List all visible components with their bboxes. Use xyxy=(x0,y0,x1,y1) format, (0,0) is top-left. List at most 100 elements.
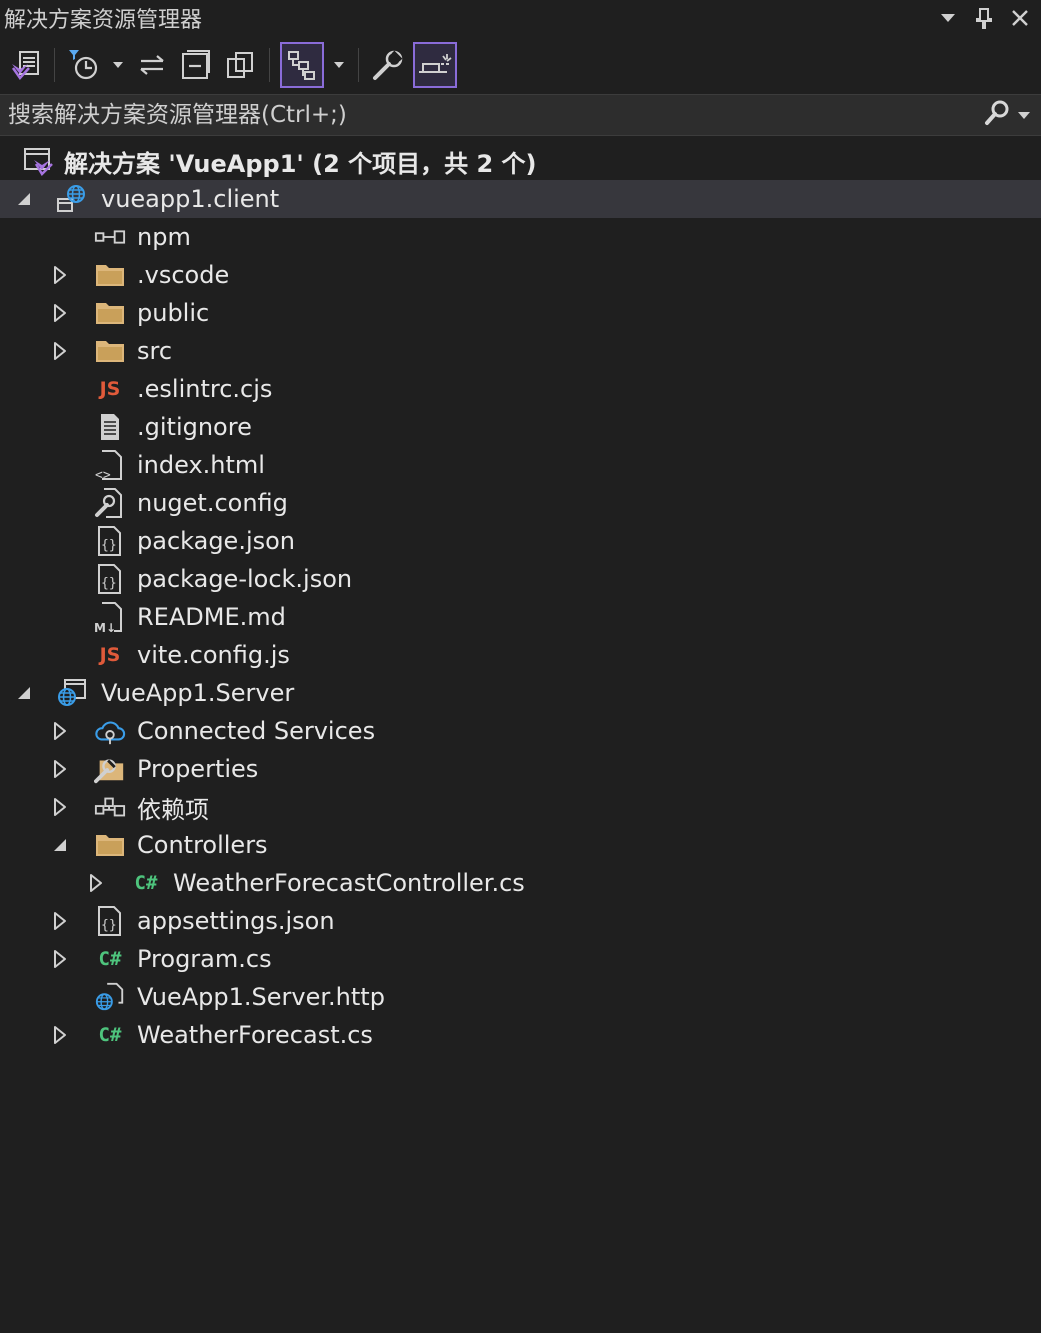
chevron-down-icon[interactable] xyxy=(330,45,348,85)
http-file-icon xyxy=(94,981,126,1013)
collapsed-arrow-icon[interactable] xyxy=(50,721,70,741)
config-file-icon xyxy=(94,487,126,519)
tree-item[interactable]: JS vite.config.js xyxy=(0,636,1041,674)
dropdown-icon[interactable] xyxy=(937,7,959,29)
collapsed-arrow-icon[interactable] xyxy=(50,911,70,931)
tree-item[interactable]: M↓ README.md xyxy=(0,598,1041,636)
tree-item[interactable]: C# WeatherForecast.cs xyxy=(0,1016,1041,1054)
tree-item[interactable]: 依赖项 xyxy=(0,788,1041,826)
tree-item-label: Connected Services xyxy=(137,717,376,745)
search-input[interactable] xyxy=(0,101,983,129)
connected-services-icon xyxy=(94,715,126,747)
tree-item[interactable]: public xyxy=(0,294,1041,332)
collapsed-arrow-icon[interactable] xyxy=(86,873,106,893)
toolbar-separator xyxy=(358,48,359,82)
json-file-icon: {} xyxy=(94,905,126,937)
tree-item-label: 依赖项 xyxy=(137,795,209,824)
solution-root[interactable]: 解决方案 'VueApp1' (2 个项目，共 2 个) xyxy=(0,142,1041,180)
tree-item-label: .eslintrc.cjs xyxy=(137,375,273,403)
search-options-icon[interactable] xyxy=(1017,106,1031,125)
tree-item-label: appsettings.json xyxy=(137,907,335,935)
expanded-arrow-icon[interactable] xyxy=(14,683,34,703)
pending-changes-filter-icon xyxy=(67,48,101,82)
collapsed-arrow-icon[interactable] xyxy=(50,759,70,779)
tree-item[interactable]: C# WeatherForecastController.cs xyxy=(0,864,1041,902)
svg-text:{}: {} xyxy=(101,538,117,553)
tree-item[interactable]: C# Program.cs xyxy=(0,940,1041,978)
collapsed-arrow-icon[interactable] xyxy=(50,949,70,969)
tree-item[interactable]: {} package-lock.json xyxy=(0,560,1041,598)
csharp-file-icon: C# xyxy=(98,1024,122,1046)
tree-item-label: README.md xyxy=(137,603,286,631)
tree-item[interactable]: .gitignore xyxy=(0,408,1041,446)
tree-item[interactable]: Connected Services xyxy=(0,712,1041,750)
pending-changes-filter-button[interactable] xyxy=(65,45,103,85)
show-all-files-icon xyxy=(224,49,256,81)
window-titlebar: 解决方案资源管理器 xyxy=(0,0,1041,36)
collapsed-arrow-icon[interactable] xyxy=(50,265,70,285)
expanded-arrow-icon[interactable] xyxy=(14,189,34,209)
tree-item[interactable]: vueapp1.client xyxy=(0,180,1041,218)
properties-folder-icon xyxy=(94,753,126,785)
preview-selected-items-button[interactable] xyxy=(413,42,457,88)
sync-with-active-document-button[interactable] xyxy=(133,45,171,85)
tree-item[interactable]: VueApp1.Server.http xyxy=(0,978,1041,1016)
tree-item[interactable]: {} appsettings.json xyxy=(0,902,1041,940)
expanded-arrow-icon[interactable] xyxy=(50,835,70,855)
tree-item-label: WeatherForecastController.cs xyxy=(173,869,525,897)
window-title: 解决方案资源管理器 xyxy=(4,8,203,33)
show-tree-view-button[interactable] xyxy=(280,42,324,88)
collapsed-arrow-icon[interactable] xyxy=(50,303,70,323)
tree-item[interactable]: JS .eslintrc.cjs xyxy=(0,370,1041,408)
show-all-files-button[interactable] xyxy=(221,45,259,85)
tree-item[interactable]: <> index.html xyxy=(0,446,1041,484)
web-project-icon xyxy=(56,183,88,215)
solution-label: 解决方案 'VueApp1' (2 个项目，共 2 个) xyxy=(64,149,537,178)
tree-item-label: public xyxy=(137,299,210,327)
collapsed-arrow-icon[interactable] xyxy=(50,797,70,817)
solution-tree: 解决方案 'VueApp1' (2 个项目，共 2 个) vueapp1.cli… xyxy=(0,142,1041,1054)
html-file-icon: <> xyxy=(94,449,126,481)
close-icon[interactable] xyxy=(1009,7,1031,29)
collapsed-arrow-icon[interactable] xyxy=(50,341,70,361)
tree-item[interactable]: Controllers xyxy=(0,826,1041,864)
tree-item[interactable]: VueApp1.Server xyxy=(0,674,1041,712)
chevron-down-icon[interactable] xyxy=(109,45,127,85)
tree-item[interactable]: {} package.json xyxy=(0,522,1041,560)
collapse-all-button[interactable] xyxy=(177,45,215,85)
pin-icon[interactable] xyxy=(973,7,995,29)
json-file-icon: {} xyxy=(94,525,126,557)
tree-item-label: VueApp1.Server.http xyxy=(137,983,385,1011)
json-file-icon: {} xyxy=(94,563,126,595)
tree-item[interactable]: npm xyxy=(0,218,1041,256)
tree-item-label: vite.config.js xyxy=(137,641,290,669)
tree-item-label: Controllers xyxy=(137,831,268,859)
dependencies-icon xyxy=(94,791,126,823)
js-file-icon: JS xyxy=(99,644,121,666)
folder-icon xyxy=(94,259,126,291)
svg-text:{}: {} xyxy=(101,918,117,933)
search-icon[interactable] xyxy=(983,99,1011,131)
window-actions xyxy=(937,7,1041,29)
tree-item-label: WeatherForecast.cs xyxy=(137,1021,373,1049)
preview-selected-items-icon xyxy=(417,50,453,80)
tree-item-label: index.html xyxy=(137,451,265,479)
tree-item-label: vueapp1.client xyxy=(101,185,280,213)
folder-icon xyxy=(94,829,126,861)
csharp-file-icon: C# xyxy=(134,872,158,894)
toolbar xyxy=(0,40,1041,90)
search-box xyxy=(0,94,1041,136)
switch-views-button[interactable] xyxy=(6,45,44,85)
tree-item[interactable]: Properties xyxy=(0,750,1041,788)
svg-text:M↓: M↓ xyxy=(94,621,116,633)
tree-item-label: Program.cs xyxy=(137,945,272,973)
text-file-icon xyxy=(94,411,126,443)
csharp-file-icon: C# xyxy=(98,948,122,970)
collapsed-arrow-icon[interactable] xyxy=(50,1025,70,1045)
svg-text:<>: <> xyxy=(95,468,111,481)
tree-item[interactable]: src xyxy=(0,332,1041,370)
tree-item[interactable]: .vscode xyxy=(0,256,1041,294)
properties-button[interactable] xyxy=(369,45,407,85)
tree-item[interactable]: nuget.config xyxy=(0,484,1041,522)
tree-item-label: src xyxy=(137,337,173,365)
